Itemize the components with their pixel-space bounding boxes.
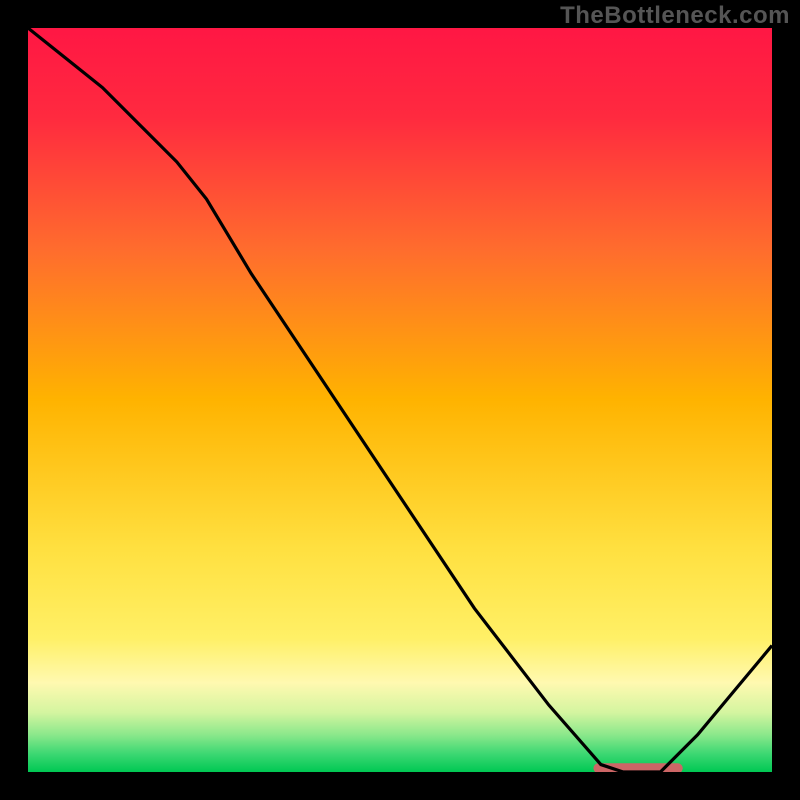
watermark-text: TheBottleneck.com [560,2,790,30]
gradient-background [28,28,772,772]
chart-container: TheBottleneck.com [0,0,800,800]
chart-svg [28,28,772,772]
